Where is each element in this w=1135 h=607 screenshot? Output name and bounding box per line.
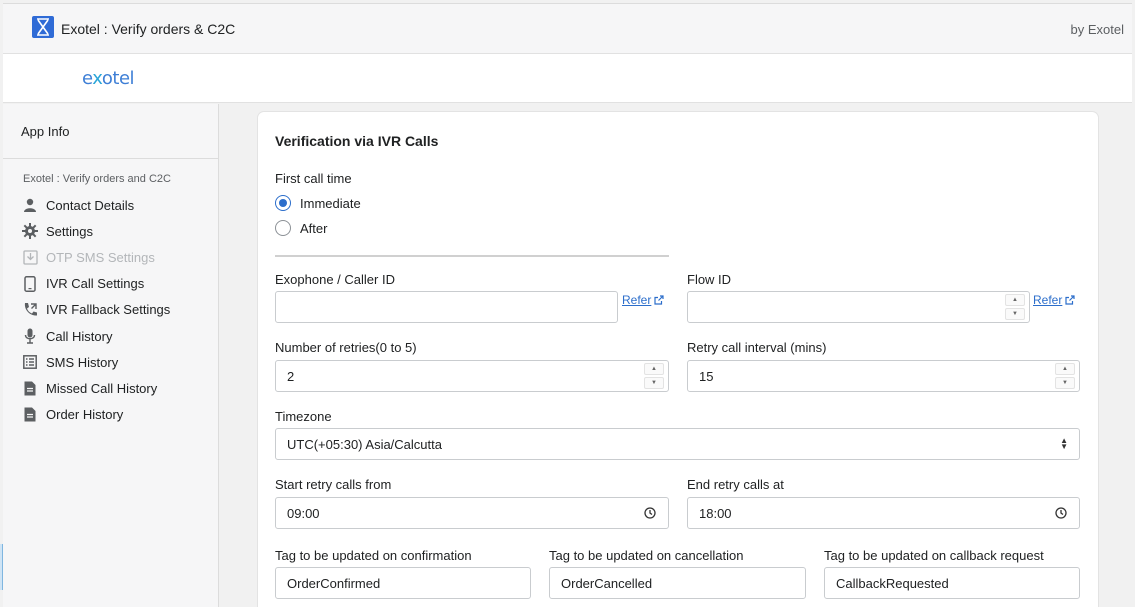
retry-interval-value: 15 <box>699 368 714 384</box>
sidebar-section-title: Exotel : Verify orders and C2C <box>23 173 171 185</box>
microphone-icon <box>21 327 39 345</box>
sidebar-item-order-history[interactable]: Order History <box>21 402 170 428</box>
tag-callback-input[interactable]: CallbackRequested <box>824 567 1080 599</box>
sidebar-item-ivr-fallback-settings[interactable]: IVR Fallback Settings <box>21 297 170 323</box>
sidebar-item-otp-sms-settings[interactable]: OTP SMS Settings <box>21 244 170 270</box>
retries-stepper[interactable]: ▲ ▼ <box>644 363 664 389</box>
sidebar-item-label: Missed Call History <box>46 380 158 396</box>
sidebar-divider <box>3 158 218 159</box>
sidebar-item-ivr-call-settings[interactable]: IVR Call Settings <box>21 271 170 297</box>
exotel-logo: exotel <box>82 68 135 89</box>
sidebar-item-label: IVR Call Settings <box>46 276 145 292</box>
gear-icon <box>21 222 39 240</box>
exophone-label: Exophone / Caller ID <box>275 272 395 287</box>
stepper-down[interactable]: ▼ <box>1005 308 1025 320</box>
mobile-phone-icon <box>21 275 39 293</box>
refer-link-label: Refer <box>622 293 652 307</box>
app-title: Exotel : Verify orders & C2C <box>61 21 236 37</box>
radio-after-label: After <box>300 220 328 236</box>
timezone-value: UTC(+05:30) Asia/Calcutta <box>287 436 442 452</box>
window-edge-handle <box>0 544 3 590</box>
clock-icon[interactable] <box>644 507 656 519</box>
sidebar-item-call-history[interactable]: Call History <box>21 323 170 349</box>
sidebar-item-label: OTP SMS Settings <box>46 249 155 265</box>
exophone-input[interactable] <box>275 291 618 323</box>
sidebar-item-label: Order History <box>46 407 124 423</box>
document-icon <box>21 406 39 424</box>
refer-link-label: Refer <box>1033 293 1063 307</box>
timezone-label: Timezone <box>275 409 332 424</box>
sidebar-item-contact-details[interactable]: Contact Details <box>21 192 170 218</box>
tag-confirm-label: Tag to be updated on confirmation <box>275 548 472 563</box>
first-call-time-label: First call time <box>275 171 352 186</box>
card-title: Verification via IVR Calls <box>275 133 439 149</box>
sidebar-nav: Contact Details Settings OTP SMS Setting… <box>21 192 170 428</box>
flow-id-stepper[interactable]: ▲ ▼ <box>1005 294 1025 320</box>
external-link-icon <box>1065 295 1075 305</box>
list-icon <box>21 353 39 371</box>
radio-immediate-label: Immediate <box>300 195 361 211</box>
retry-interval-stepper[interactable]: ▲ ▼ <box>1055 363 1075 389</box>
app-logo-icon <box>32 16 54 38</box>
retry-interval-input[interactable]: 15 ▲ ▼ <box>687 360 1080 392</box>
retries-label: Number of retries(0 to 5) <box>275 340 417 355</box>
end-retry-value: 18:00 <box>699 505 732 521</box>
tag-callback-label: Tag to be updated on callback request <box>824 548 1044 563</box>
stepper-down[interactable]: ▼ <box>644 377 664 389</box>
sidebar-item-settings[interactable]: Settings <box>21 218 170 244</box>
clock-icon[interactable] <box>1055 507 1067 519</box>
app-header: Exotel : Verify orders & C2C by Exotel <box>3 3 1132 53</box>
stepper-up[interactable]: ▲ <box>1055 363 1075 375</box>
end-retry-label: End retry calls at <box>687 477 784 492</box>
start-retry-time-input[interactable]: 09:00 <box>275 497 669 529</box>
stepper-down[interactable]: ▼ <box>1055 377 1075 389</box>
stepper-up[interactable]: ▲ <box>1005 294 1025 306</box>
download-icon <box>21 248 39 266</box>
start-retry-value: 09:00 <box>287 505 320 521</box>
document-icon <box>21 379 39 397</box>
person-icon <box>21 196 39 214</box>
ivr-settings-card: Verification via IVR Calls First call ti… <box>258 112 1098 607</box>
tag-confirm-input[interactable]: OrderConfirmed <box>275 567 531 599</box>
app-info-link[interactable]: App Info <box>21 124 69 139</box>
sidebar-item-label: Settings <box>46 223 93 239</box>
stepper-up[interactable]: ▲ <box>644 363 664 375</box>
radio-after-button[interactable] <box>275 220 291 236</box>
exophone-refer-link[interactable]: Refer <box>622 293 664 307</box>
sidebar-item-label: Call History <box>46 328 113 344</box>
flow-id-label: Flow ID <box>687 272 732 287</box>
tag-cancel-label: Tag to be updated on cancellation <box>549 548 744 563</box>
retries-value: 2 <box>287 368 295 384</box>
end-retry-time-input[interactable]: 18:00 <box>687 497 1080 529</box>
start-retry-label: Start retry calls from <box>275 477 392 492</box>
flow-id-refer-link[interactable]: Refer <box>1033 293 1075 307</box>
retries-input[interactable]: 2 ▲ ▼ <box>275 360 669 392</box>
section-divider <box>275 255 669 257</box>
logo-text-x: x <box>92 68 102 89</box>
logo-bar: exotel <box>3 53 1132 103</box>
sidebar-item-label: Contact Details <box>46 197 135 213</box>
select-caret-icon: ▲ ▼ <box>1060 436 1068 451</box>
tag-cancel-input[interactable]: OrderCancelled <box>549 567 806 599</box>
sidebar: App Info Exotel : Verify orders and C2C … <box>3 104 219 607</box>
developer-label: by Exotel <box>1070 22 1124 37</box>
radio-immediate[interactable]: Immediate <box>275 195 361 211</box>
timezone-select[interactable]: UTC(+05:30) Asia/Calcutta ▲ ▼ <box>275 428 1080 460</box>
sidebar-item-label: SMS History <box>46 354 119 370</box>
sidebar-item-sms-history[interactable]: SMS History <box>21 349 170 375</box>
logo-text-post: otel <box>101 68 135 89</box>
phone-forward-icon <box>21 301 39 319</box>
retry-interval-label: Retry call interval (mins) <box>687 340 827 355</box>
radio-after[interactable]: After <box>275 220 327 236</box>
logo-text-pre: e <box>82 68 93 89</box>
radio-immediate-button[interactable] <box>275 195 291 211</box>
flow-id-input[interactable]: ▲ ▼ <box>687 291 1030 323</box>
sidebar-item-missed-call-history[interactable]: Missed Call History <box>21 375 170 401</box>
external-link-icon <box>654 295 664 305</box>
sidebar-item-label: IVR Fallback Settings <box>46 302 171 318</box>
